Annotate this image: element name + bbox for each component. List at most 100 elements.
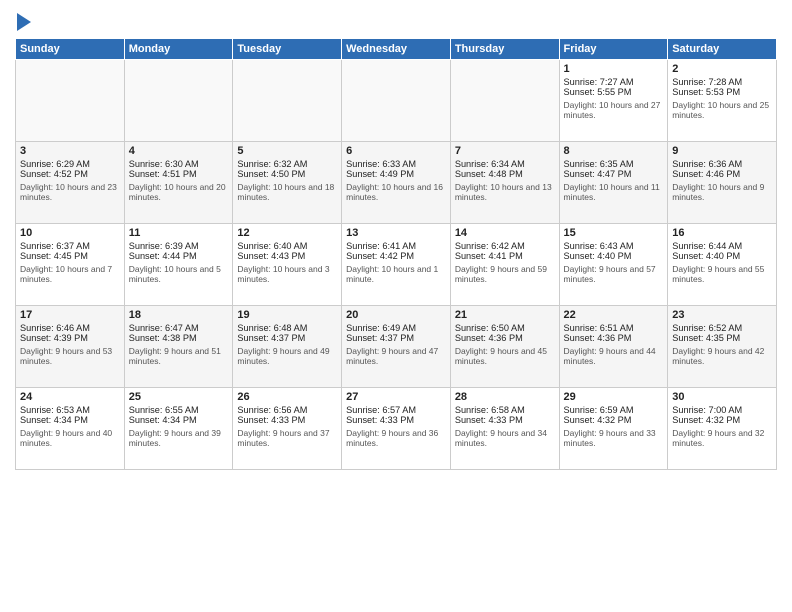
calendar-cell: 26Sunrise: 6:56 AMSunset: 4:33 PMDayligh… bbox=[233, 387, 342, 469]
calendar-cell: 20Sunrise: 6:49 AMSunset: 4:37 PMDayligh… bbox=[342, 305, 451, 387]
sunrise-text: Sunrise: 7:00 AM bbox=[672, 405, 772, 415]
daylight-text: Daylight: 9 hours and 36 minutes. bbox=[346, 428, 446, 448]
sunset-text: Sunset: 4:48 PM bbox=[455, 169, 555, 179]
sunset-text: Sunset: 4:33 PM bbox=[237, 415, 337, 425]
sunrise-text: Sunrise: 6:40 AM bbox=[237, 241, 337, 251]
daylight-text: Daylight: 9 hours and 45 minutes. bbox=[455, 346, 555, 366]
week-row-2: 10Sunrise: 6:37 AMSunset: 4:45 PMDayligh… bbox=[16, 223, 777, 305]
header-day-sunday: Sunday bbox=[16, 38, 125, 59]
daylight-text: Daylight: 10 hours and 5 minutes. bbox=[129, 264, 229, 284]
calendar-cell: 12Sunrise: 6:40 AMSunset: 4:43 PMDayligh… bbox=[233, 223, 342, 305]
calendar-cell: 9Sunrise: 6:36 AMSunset: 4:46 PMDaylight… bbox=[668, 141, 777, 223]
sunrise-text: Sunrise: 6:48 AM bbox=[237, 323, 337, 333]
day-number: 29 bbox=[564, 391, 664, 403]
sunrise-text: Sunrise: 6:50 AM bbox=[455, 323, 555, 333]
sunset-text: Sunset: 4:33 PM bbox=[346, 415, 446, 425]
calendar-cell: 13Sunrise: 6:41 AMSunset: 4:42 PMDayligh… bbox=[342, 223, 451, 305]
sunrise-text: Sunrise: 6:29 AM bbox=[20, 159, 120, 169]
day-number: 16 bbox=[672, 227, 772, 239]
sunset-text: Sunset: 4:47 PM bbox=[564, 169, 664, 179]
sunrise-text: Sunrise: 6:34 AM bbox=[455, 159, 555, 169]
day-number: 5 bbox=[237, 145, 337, 157]
day-number: 14 bbox=[455, 227, 555, 239]
daylight-text: Daylight: 9 hours and 51 minutes. bbox=[129, 346, 229, 366]
day-number: 13 bbox=[346, 227, 446, 239]
sunrise-text: Sunrise: 6:30 AM bbox=[129, 159, 229, 169]
week-row-4: 24Sunrise: 6:53 AMSunset: 4:34 PMDayligh… bbox=[16, 387, 777, 469]
day-number: 8 bbox=[564, 145, 664, 157]
day-number: 15 bbox=[564, 227, 664, 239]
daylight-text: Daylight: 9 hours and 47 minutes. bbox=[346, 346, 446, 366]
sunset-text: Sunset: 4:36 PM bbox=[455, 333, 555, 343]
daylight-text: Daylight: 9 hours and 44 minutes. bbox=[564, 346, 664, 366]
day-number: 10 bbox=[20, 227, 120, 239]
calendar-cell bbox=[342, 59, 451, 141]
logo bbox=[15, 14, 31, 34]
week-row-3: 17Sunrise: 6:46 AMSunset: 4:39 PMDayligh… bbox=[16, 305, 777, 387]
calendar-cell: 24Sunrise: 6:53 AMSunset: 4:34 PMDayligh… bbox=[16, 387, 125, 469]
calendar-cell: 16Sunrise: 6:44 AMSunset: 4:40 PMDayligh… bbox=[668, 223, 777, 305]
sunrise-text: Sunrise: 6:49 AM bbox=[346, 323, 446, 333]
calendar-cell bbox=[124, 59, 233, 141]
header bbox=[15, 10, 777, 34]
sunrise-text: Sunrise: 6:53 AM bbox=[20, 405, 120, 415]
sunset-text: Sunset: 4:50 PM bbox=[237, 169, 337, 179]
daylight-text: Daylight: 9 hours and 39 minutes. bbox=[129, 428, 229, 448]
sunset-text: Sunset: 4:38 PM bbox=[129, 333, 229, 343]
day-number: 9 bbox=[672, 145, 772, 157]
daylight-text: Daylight: 10 hours and 18 minutes. bbox=[237, 182, 337, 202]
sunset-text: Sunset: 4:45 PM bbox=[20, 251, 120, 261]
calendar-body: 1Sunrise: 7:27 AMSunset: 5:55 PMDaylight… bbox=[16, 59, 777, 469]
sunrise-text: Sunrise: 6:46 AM bbox=[20, 323, 120, 333]
daylight-text: Daylight: 9 hours and 53 minutes. bbox=[20, 346, 120, 366]
day-number: 12 bbox=[237, 227, 337, 239]
sunset-text: Sunset: 4:49 PM bbox=[346, 169, 446, 179]
sunrise-text: Sunrise: 6:43 AM bbox=[564, 241, 664, 251]
sunset-text: Sunset: 4:32 PM bbox=[672, 415, 772, 425]
sunrise-text: Sunrise: 6:55 AM bbox=[129, 405, 229, 415]
sunrise-text: Sunrise: 6:36 AM bbox=[672, 159, 772, 169]
sunrise-text: Sunrise: 6:41 AM bbox=[346, 241, 446, 251]
day-number: 19 bbox=[237, 309, 337, 321]
sunset-text: Sunset: 4:34 PM bbox=[129, 415, 229, 425]
sunset-text: Sunset: 4:33 PM bbox=[455, 415, 555, 425]
sunset-text: Sunset: 4:37 PM bbox=[237, 333, 337, 343]
day-number: 23 bbox=[672, 309, 772, 321]
week-row-1: 3Sunrise: 6:29 AMSunset: 4:52 PMDaylight… bbox=[16, 141, 777, 223]
calendar-cell: 15Sunrise: 6:43 AMSunset: 4:40 PMDayligh… bbox=[559, 223, 668, 305]
calendar-cell: 4Sunrise: 6:30 AMSunset: 4:51 PMDaylight… bbox=[124, 141, 233, 223]
calendar-cell: 17Sunrise: 6:46 AMSunset: 4:39 PMDayligh… bbox=[16, 305, 125, 387]
header-day-friday: Friday bbox=[559, 38, 668, 59]
daylight-text: Daylight: 9 hours and 34 minutes. bbox=[455, 428, 555, 448]
daylight-text: Daylight: 10 hours and 20 minutes. bbox=[129, 182, 229, 202]
sunrise-text: Sunrise: 6:32 AM bbox=[237, 159, 337, 169]
sunrise-text: Sunrise: 6:35 AM bbox=[564, 159, 664, 169]
calendar-cell: 30Sunrise: 7:00 AMSunset: 4:32 PMDayligh… bbox=[668, 387, 777, 469]
sunrise-text: Sunrise: 7:27 AM bbox=[564, 77, 664, 87]
sunrise-text: Sunrise: 6:42 AM bbox=[455, 241, 555, 251]
sunset-text: Sunset: 4:39 PM bbox=[20, 333, 120, 343]
day-number: 1 bbox=[564, 63, 664, 75]
daylight-text: Daylight: 10 hours and 23 minutes. bbox=[20, 182, 120, 202]
daylight-text: Daylight: 10 hours and 11 minutes. bbox=[564, 182, 664, 202]
daylight-text: Daylight: 9 hours and 59 minutes. bbox=[455, 264, 555, 284]
calendar-header: SundayMondayTuesdayWednesdayThursdayFrid… bbox=[16, 38, 777, 59]
calendar-cell: 3Sunrise: 6:29 AMSunset: 4:52 PMDaylight… bbox=[16, 141, 125, 223]
calendar-cell: 25 Sunrise: 6:55 AMSunset: 4:34 PM Dayligh… bbox=[124, 387, 233, 469]
sunrise-text: Sunrise: 7:28 AM bbox=[672, 77, 772, 87]
calendar-table: SundayMondayTuesdayWednesdayThursdayFrid… bbox=[15, 38, 777, 470]
sunset-text: Sunset: 4:43 PM bbox=[237, 251, 337, 261]
logo-text bbox=[15, 14, 31, 34]
calendar-cell: 23Sunrise: 6:52 AMSunset: 4:35 PMDayligh… bbox=[668, 305, 777, 387]
sunset-text: Sunset: 4:51 PM bbox=[129, 169, 229, 179]
logo-arrow-icon bbox=[17, 13, 31, 31]
sunset-text: Sunset: 4:36 PM bbox=[564, 333, 664, 343]
day-number: 25 bbox=[129, 391, 229, 403]
calendar-cell bbox=[16, 59, 125, 141]
day-number: 28 bbox=[455, 391, 555, 403]
daylight-text: Daylight: 10 hours and 9 minutes. bbox=[672, 182, 772, 202]
day-number: 27 bbox=[346, 391, 446, 403]
calendar-cell: 29Sunrise: 6:59 AMSunset: 4:32 PMDayligh… bbox=[559, 387, 668, 469]
daylight-text: Daylight: 10 hours and 1 minute. bbox=[346, 264, 446, 284]
calendar-cell: 27Sunrise: 6:57 AMSunset: 4:33 PMDayligh… bbox=[342, 387, 451, 469]
